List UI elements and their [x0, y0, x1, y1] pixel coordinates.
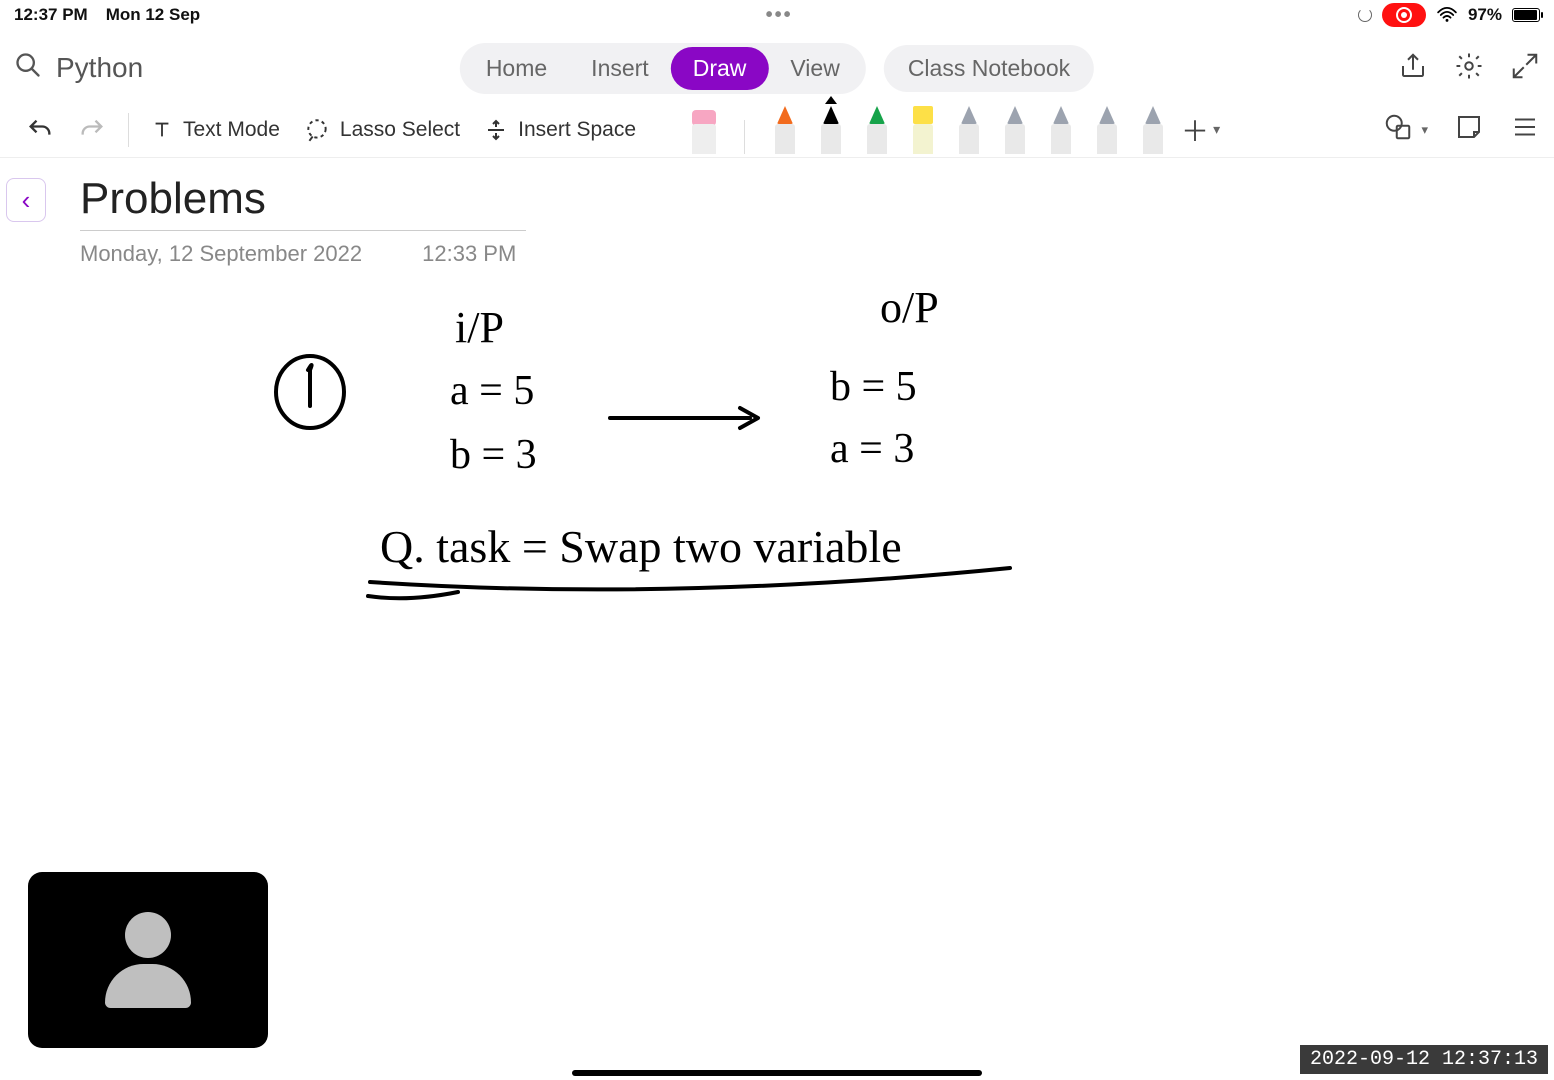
- handwriting-ink: i/P a = 5 b = 3 o/P b = 5 a = 3 Q. task …: [60, 222, 1160, 742]
- pen-black-marker[interactable]: [815, 106, 847, 154]
- pen-gray-marker-2[interactable]: [999, 106, 1031, 154]
- settings-gear-icon[interactable]: [1454, 51, 1484, 86]
- status-date: Mon 12 Sep: [106, 5, 200, 25]
- draw-toolbar: Text Mode Lasso Select Insert Space ＋▾ ▾: [0, 102, 1554, 158]
- battery-percent: 97%: [1468, 5, 1502, 25]
- pen-gray-marker-1[interactable]: [953, 106, 985, 154]
- app-bar: Python Home Insert Draw View Class Noteb…: [0, 38, 1554, 98]
- multitask-dots-icon[interactable]: •••: [766, 4, 793, 27]
- svg-text:i/P: i/P: [455, 303, 504, 352]
- lasso-label: Lasso Select: [340, 118, 460, 142]
- tab-view[interactable]: View: [768, 47, 861, 90]
- undo-button[interactable]: [14, 110, 66, 150]
- pen-palette: [688, 106, 1169, 154]
- back-button[interactable]: ‹: [6, 178, 46, 222]
- tab-home[interactable]: Home: [464, 47, 569, 90]
- ribbon-tabs: Home Insert Draw View Class Notebook: [460, 43, 1094, 94]
- search-icon[interactable]: [14, 51, 42, 86]
- pen-eraser[interactable]: [688, 106, 720, 154]
- recording-timestamp: 2022-09-12 12:37:13: [1300, 1045, 1548, 1074]
- text-mode-button[interactable]: Text Mode: [139, 112, 292, 148]
- note-page[interactable]: ‹ Problems Monday, 12 September 2022 12:…: [0, 162, 1554, 1080]
- svg-text:a = 5: a = 5: [450, 368, 534, 414]
- insert-space-button[interactable]: Insert Space: [472, 112, 648, 148]
- pen-yellow-highlighter[interactable]: [907, 106, 939, 154]
- pen-gray-marker-5[interactable]: [1137, 106, 1169, 154]
- svg-text:o/P: o/P: [880, 283, 939, 332]
- svg-text:Q. task = Swap two variable: Q. task = Swap two variable: [380, 521, 902, 572]
- text-mode-label: Text Mode: [183, 118, 280, 142]
- pen-gray-marker-3[interactable]: [1045, 106, 1077, 154]
- ipad-status-bar: 12:37 PM Mon 12 Sep ••• 97%: [0, 0, 1554, 30]
- divider: [744, 120, 745, 154]
- divider: [128, 113, 129, 147]
- pen-gray-marker-4[interactable]: [1091, 106, 1123, 154]
- chevron-down-icon: ▾: [1213, 121, 1220, 138]
- sticky-note-icon[interactable]: [1454, 112, 1484, 147]
- chevron-down-icon: ▾: [1421, 122, 1428, 138]
- pen-orange-marker[interactable]: [769, 106, 801, 154]
- screen-recording-pill[interactable]: [1382, 3, 1426, 27]
- notebook-name[interactable]: Python: [56, 52, 143, 84]
- avatar-placeholder-icon: [100, 912, 196, 1008]
- redo-button[interactable]: [66, 110, 118, 150]
- add-pen-button[interactable]: ＋▾: [1181, 110, 1220, 150]
- share-icon[interactable]: [1398, 51, 1428, 86]
- ruler-lines-icon[interactable]: [1510, 112, 1540, 147]
- pen-green-marker[interactable]: [861, 106, 893, 154]
- shapes-dropdown-icon[interactable]: [1383, 112, 1413, 147]
- exit-fullscreen-icon[interactable]: [1510, 51, 1540, 86]
- tab-draw[interactable]: Draw: [671, 47, 769, 90]
- svg-text:a = 3: a = 3: [830, 426, 914, 472]
- status-time: 12:37 PM: [14, 5, 88, 25]
- lasso-select-button[interactable]: Lasso Select: [292, 111, 472, 149]
- battery-icon: [1512, 8, 1540, 22]
- svg-text:b = 5: b = 5: [830, 364, 917, 410]
- tab-insert[interactable]: Insert: [569, 47, 671, 90]
- webcam-overlay[interactable]: [28, 872, 268, 1048]
- activity-spinner-icon: [1358, 8, 1372, 22]
- svg-text:b = 3: b = 3: [450, 432, 537, 478]
- home-indicator[interactable]: [572, 1070, 982, 1076]
- chevron-left-icon: ‹: [22, 185, 31, 216]
- wifi-icon: [1436, 7, 1458, 23]
- insert-space-label: Insert Space: [518, 118, 636, 142]
- tab-class-notebook[interactable]: Class Notebook: [884, 45, 1094, 92]
- record-icon: [1396, 7, 1412, 23]
